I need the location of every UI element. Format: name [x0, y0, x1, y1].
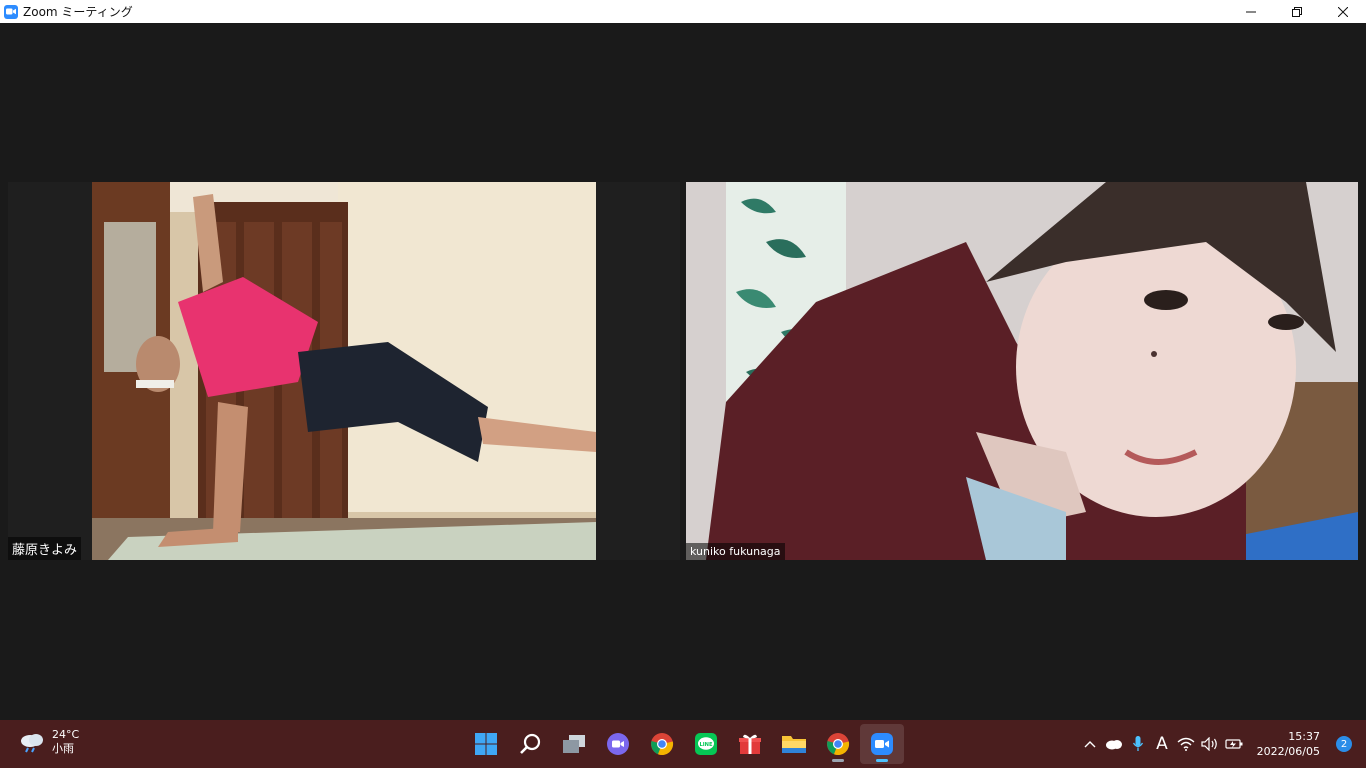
clock-time: 15:37: [1288, 730, 1320, 743]
start-button[interactable]: [464, 724, 508, 764]
wifi-icon: [1177, 737, 1195, 751]
minimize-button[interactable]: [1228, 0, 1274, 23]
gift-app-button[interactable]: [728, 724, 772, 764]
video-tile-participant-2[interactable]: kuniko fukunaga: [686, 182, 1358, 560]
chat-app-button[interactable]: [596, 724, 640, 764]
window-titlebar: Zoom ミーティング: [0, 0, 1366, 23]
weather-widget[interactable]: 24°C 小雨: [18, 728, 79, 756]
search-button[interactable]: [508, 724, 552, 764]
chrome-icon: [827, 733, 850, 755]
window-controls: [1228, 0, 1366, 23]
show-hidden-icons-button[interactable]: [1078, 720, 1102, 768]
onedrive-button[interactable]: [1102, 720, 1126, 768]
chrome-button-2[interactable]: [816, 724, 860, 764]
battery-charging-icon: [1225, 739, 1243, 749]
restore-button[interactable]: [1274, 0, 1320, 23]
system-tray: A 15:37 2022/06/05 2: [1078, 720, 1366, 768]
chat-camera-icon: [607, 733, 629, 755]
running-indicator: [876, 759, 888, 762]
close-button[interactable]: [1320, 0, 1366, 23]
chrome-button[interactable]: [640, 724, 684, 764]
meeting-gallery: 藤原きよみ kuniko fukunaga: [0, 23, 1366, 720]
clock-date: 2022/06/05: [1256, 745, 1320, 758]
participant-name-label: kuniko fukunaga: [686, 543, 785, 560]
speaker-icon: [1201, 737, 1217, 751]
line-logo-text: LINE: [699, 742, 713, 748]
zoom-app-button[interactable]: [860, 724, 904, 764]
taskbar-pinned-apps: LINE: [464, 724, 904, 764]
running-indicator: [832, 759, 844, 762]
zoom-icon: [871, 733, 893, 755]
task-view-icon: [563, 735, 585, 753]
chrome-icon: [651, 733, 674, 755]
window-title: Zoom ミーティング: [23, 5, 133, 19]
weather-temperature: 24°C: [52, 728, 80, 741]
cloud-icon: [1106, 740, 1122, 750]
line-icon: LINE: [695, 733, 717, 755]
search-icon: [520, 733, 541, 754]
microphone-button[interactable]: [1126, 720, 1150, 768]
notification-badge[interactable]: 2: [1336, 736, 1352, 752]
zoom-app-icon: [4, 4, 18, 19]
task-view-button[interactable]: [552, 724, 596, 764]
participant-2-video: [686, 182, 1358, 560]
battery-button[interactable]: [1222, 720, 1246, 768]
windows-taskbar: 24°C 小雨 LINE A 15:37 2022/06/05 2: [0, 720, 1366, 768]
gift-icon: [739, 734, 761, 754]
wifi-button[interactable]: [1174, 720, 1198, 768]
taskbar-clock[interactable]: 15:37 2022/06/05: [1246, 729, 1320, 759]
video-tile-participant-1[interactable]: 藤原きよみ: [8, 182, 680, 560]
weather-condition: 小雨: [52, 742, 74, 755]
windows-start-icon: [475, 733, 497, 755]
participant-1-video: [8, 182, 680, 560]
volume-button[interactable]: [1198, 720, 1222, 768]
rain-cloud-icon: [21, 734, 43, 753]
ime-indicator[interactable]: A: [1150, 720, 1174, 768]
folder-icon: [782, 736, 806, 753]
participant-name-label: 藤原きよみ: [8, 537, 82, 560]
microphone-icon: [1132, 736, 1144, 751]
line-app-button[interactable]: LINE: [684, 724, 728, 764]
file-explorer-button[interactable]: [772, 724, 816, 764]
chevron-up-icon: [1084, 741, 1096, 748]
